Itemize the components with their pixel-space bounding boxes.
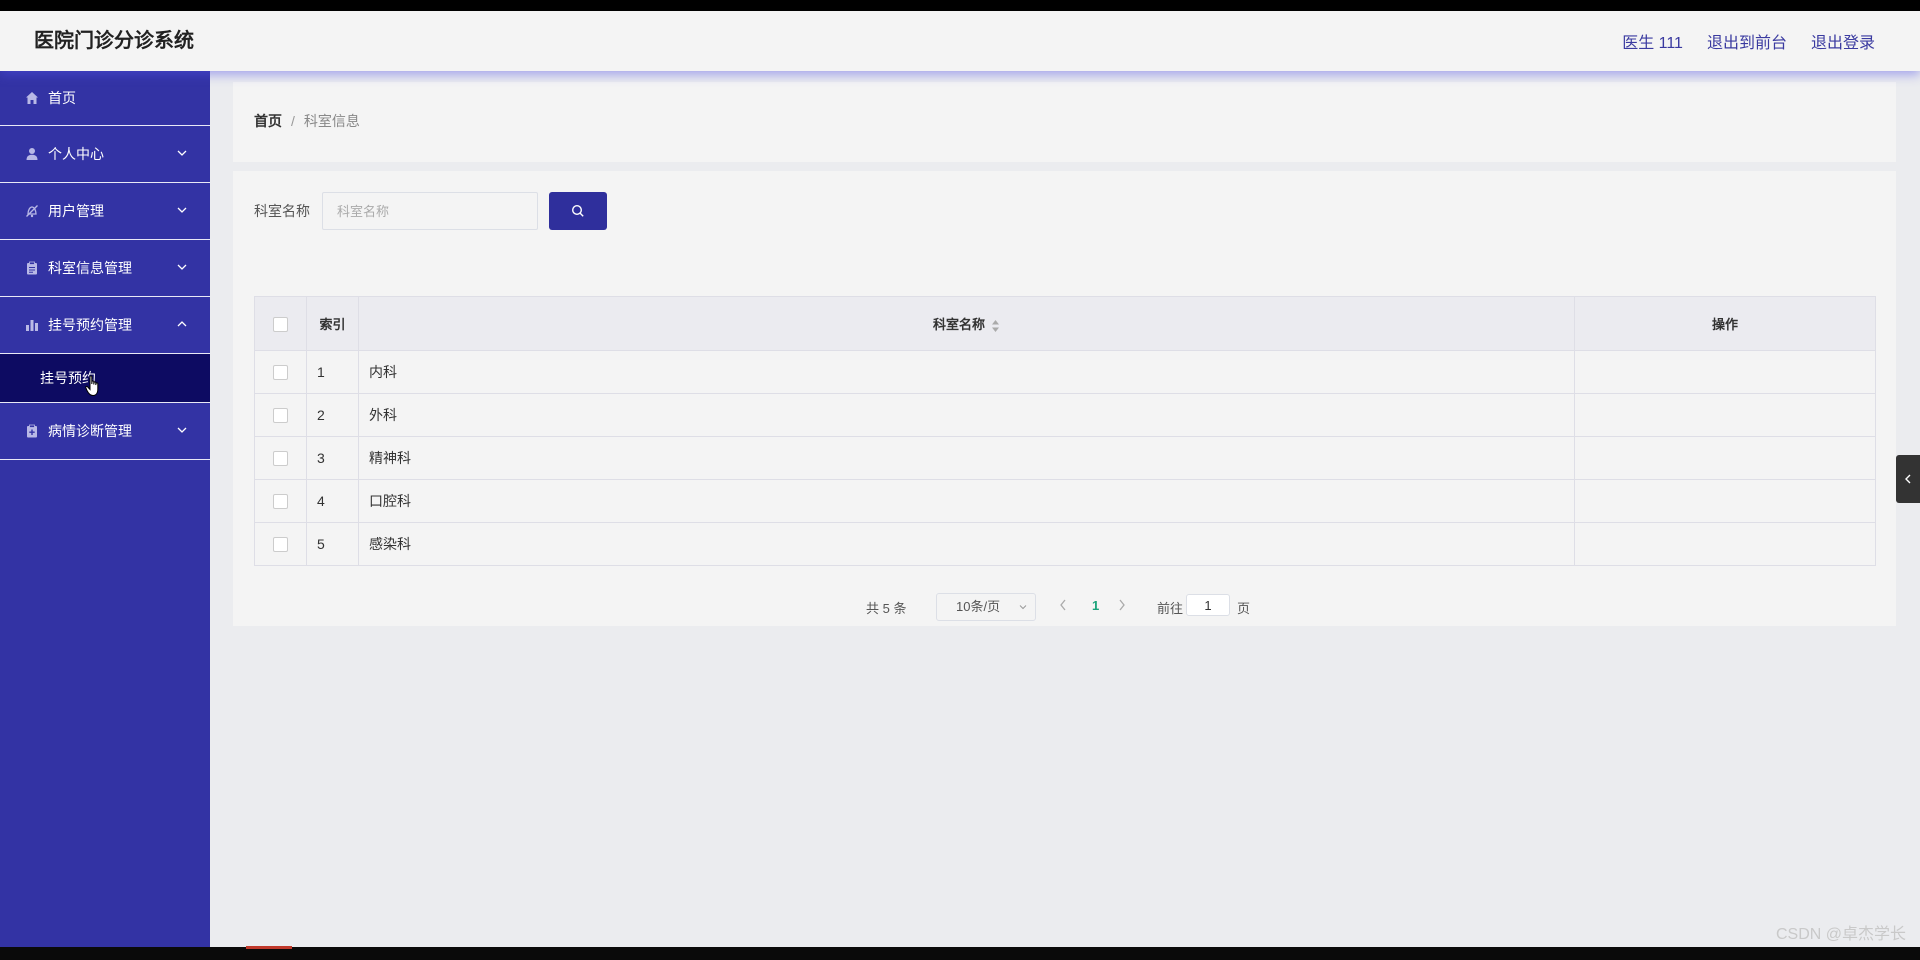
pagination: 共 5 条 10条/页 1 前往 页: [233, 591, 1896, 621]
bar-chart-icon: [24, 317, 40, 333]
goto-page-input[interactable]: [1186, 594, 1230, 616]
app-window: 医院门诊分诊系统 医生 111 退出到前台 退出登录 首页 个人中心 用户管理: [0, 11, 1920, 947]
breadcrumb-home-link[interactable]: 首页: [254, 113, 282, 129]
column-header-name[interactable]: 科室名称: [358, 296, 1575, 351]
row-checkbox[interactable]: [272, 537, 288, 553]
app-title: 医院门诊分诊系统: [34, 30, 194, 52]
breadcrumb-current: 科室信息: [303, 113, 360, 129]
select-all-checkbox[interactable]: [272, 316, 288, 332]
row-name-cell: 感染科: [358, 522, 1575, 566]
column-header-index: 索引: [306, 296, 359, 351]
row-actions-cell: [1574, 522, 1876, 566]
user-icon: [24, 146, 40, 162]
row-actions-cell: [1574, 393, 1876, 437]
sidebar-subitem-appointment[interactable]: 挂号预约: [0, 354, 210, 403]
header-links: 医生 111 退出到前台 退出登录: [1598, 11, 1875, 71]
table-row: 1 内科: [254, 350, 1876, 394]
row-index-cell: 5: [306, 522, 359, 566]
back-to-front-link[interactable]: 退出到前台: [1707, 29, 1787, 53]
sidebar-item-label: 用户管理: [48, 203, 104, 219]
row-actions-cell: [1574, 350, 1876, 394]
row-select-cell: [254, 350, 307, 394]
table-row: 4 口腔科: [254, 479, 1876, 523]
select-all-cell: [254, 296, 307, 351]
row-name-cell: 精神科: [358, 436, 1575, 480]
row-select-cell: [254, 522, 307, 566]
home-icon: [24, 90, 40, 106]
page-number-current[interactable]: 1: [1092, 598, 1099, 613]
row-select-cell: [254, 436, 307, 480]
diagnosis-icon: [24, 423, 40, 439]
prev-page-button[interactable]: [1056, 597, 1070, 613]
sidebar-item-label: 科室信息管理: [48, 260, 132, 276]
chevron-down-icon: [177, 427, 187, 433]
search-button[interactable]: [549, 192, 607, 230]
next-page-button[interactable]: [1115, 597, 1129, 613]
row-select-cell: [254, 393, 307, 437]
main-content: 首页 / 科室信息 科室名称 索引 科室名称 操作: [210, 71, 1920, 947]
sidebar-item-diagnosis-management[interactable]: 病情诊断管理: [0, 403, 210, 460]
row-checkbox[interactable]: [272, 365, 288, 381]
hand-cursor-icon: [85, 375, 99, 397]
row-name-cell: 口腔科: [358, 479, 1575, 523]
breadcrumb: 首页 / 科室信息: [254, 82, 360, 160]
row-index-cell: 4: [306, 479, 359, 523]
table-header-row: 索引 科室名称 操作: [254, 296, 1876, 351]
row-checkbox[interactable]: [272, 494, 288, 510]
taskbar-indicator: [246, 946, 292, 949]
department-list-card: 科室名称 索引 科室名称 操作: [233, 171, 1896, 626]
sidebar-item-user-management[interactable]: 用户管理: [0, 183, 210, 240]
watermark: CSDN @卓杰学长: [1775, 926, 1906, 943]
sidebar-item-label: 首页: [48, 90, 76, 106]
row-checkbox[interactable]: [272, 451, 288, 467]
row-index-cell: 2: [306, 393, 359, 437]
logout-link[interactable]: 退出登录: [1811, 29, 1875, 53]
column-header-name-label: 科室名称: [932, 317, 985, 332]
table-row: 3 精神科: [254, 436, 1876, 480]
side-panel-toggle[interactable]: [1896, 455, 1920, 503]
clipboard-icon: [24, 260, 40, 276]
search-label: 科室名称: [254, 203, 310, 219]
department-table: 索引 科室名称 操作 1 内科 2 外科 3 精神科 4 口腔科 5 感染科: [254, 296, 1876, 566]
row-select-cell: [254, 479, 307, 523]
sidebar-item-label: 病情诊断管理: [48, 423, 132, 439]
row-index-cell: 1: [306, 350, 359, 394]
chevron-up-icon: [177, 321, 187, 327]
row-name-cell: 内科: [358, 350, 1575, 394]
search-icon: [571, 204, 584, 217]
sidebar: 首页 个人中心 用户管理 科室信息管理 挂号预约管理 挂号预约 病情诊断管理: [0, 71, 210, 947]
breadcrumb-separator: /: [291, 113, 295, 129]
sidebar-item-department-management[interactable]: 科室信息管理: [0, 240, 210, 297]
page-size-select[interactable]: 10条/页: [936, 593, 1036, 621]
sort-icon[interactable]: [991, 319, 1000, 333]
row-actions-cell: [1574, 436, 1876, 480]
chevron-left-icon: [1905, 474, 1911, 484]
sidebar-item-label: 个人中心: [48, 146, 104, 162]
row-checkbox[interactable]: [272, 408, 288, 424]
sidebar-item-appointment-management[interactable]: 挂号预约管理: [0, 297, 210, 354]
sidebar-item-personal-center[interactable]: 个人中心: [0, 126, 210, 183]
user-manage-icon: [24, 203, 40, 219]
chevron-down-icon: [177, 264, 187, 270]
row-index-cell: 3: [306, 436, 359, 480]
chevron-down-icon: [177, 150, 187, 156]
pagination-total: 共 5 条: [866, 601, 907, 616]
breadcrumb-card: 首页 / 科室信息: [233, 82, 1896, 162]
top-header: 医院门诊分诊系统 医生 111 退出到前台 退出登录: [0, 11, 1920, 71]
page-size-value: 10条/页: [956, 599, 1001, 614]
chevron-down-icon: [1019, 605, 1027, 610]
row-actions-cell: [1574, 479, 1876, 523]
current-user-label: 医生 111: [1622, 35, 1683, 52]
row-name-cell: 外科: [358, 393, 1575, 437]
column-header-actions: 操作: [1574, 296, 1876, 351]
table-row: 2 外科: [254, 393, 1876, 437]
page-suffix-label: 页: [1237, 601, 1251, 616]
sidebar-item-label: 挂号预约管理: [48, 317, 132, 333]
goto-label: 前往: [1157, 601, 1184, 616]
sidebar-item-home[interactable]: 首页: [0, 71, 210, 126]
department-name-search-input[interactable]: [322, 192, 538, 230]
chevron-down-icon: [177, 207, 187, 213]
table-row: 5 感染科: [254, 522, 1876, 566]
